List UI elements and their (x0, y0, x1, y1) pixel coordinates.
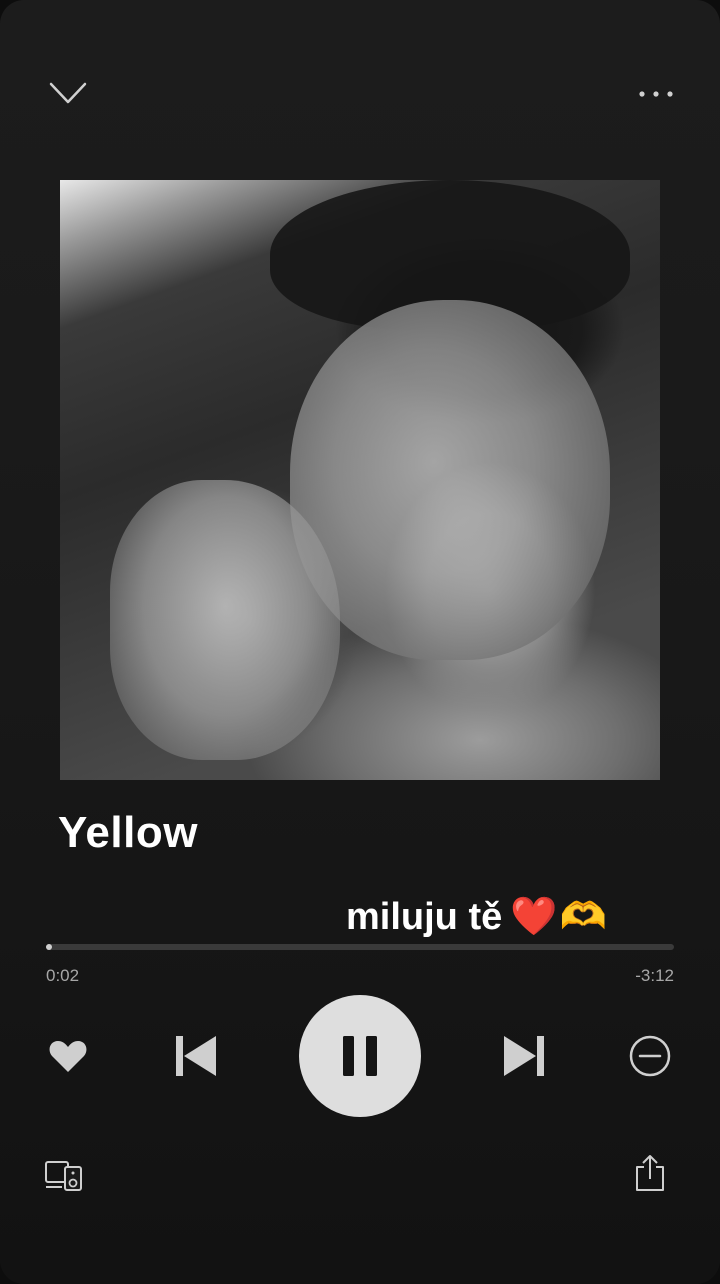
play-pause-button[interactable] (299, 995, 421, 1117)
more-options-button[interactable] (636, 82, 676, 106)
story-text-overlay: miluju tě ❤️🫶 (346, 894, 607, 939)
next-button[interactable] (500, 1030, 552, 1082)
now-playing-screen: Yellow miluju tě ❤️🫶 0:02 -3:12 (0, 0, 720, 1284)
more-horizontal-icon (639, 91, 673, 97)
artwork-detail (110, 480, 340, 760)
overlay-text: miluju tě (346, 896, 503, 938)
skip-previous-icon (176, 1036, 216, 1076)
connect-devices-button[interactable] (44, 1158, 84, 1194)
pause-icon (343, 1036, 377, 1076)
progress-fill (46, 944, 53, 950)
share-icon (636, 1155, 664, 1191)
track-title[interactable]: Yellow (58, 808, 198, 858)
devices-icon (45, 1161, 82, 1191)
chevron-down-icon (49, 82, 87, 104)
remaining-time: -3:12 (635, 966, 674, 985)
album-artwork (60, 180, 660, 780)
previous-button[interactable] (168, 1030, 220, 1082)
like-button[interactable] (46, 1034, 90, 1078)
remove-from-queue-button[interactable] (628, 1034, 672, 1078)
elapsed-time: 0:02 (46, 966, 80, 985)
progress-bar[interactable] (46, 944, 674, 950)
collapse-button[interactable] (48, 78, 88, 108)
skip-next-icon (504, 1036, 544, 1076)
heart-emoji: ❤️ (510, 894, 558, 938)
heart-icon (49, 1041, 87, 1072)
minus-circle-icon (629, 1035, 671, 1077)
heart-hands-emoji: 🫶 (559, 894, 607, 938)
share-button[interactable] (632, 1152, 668, 1194)
